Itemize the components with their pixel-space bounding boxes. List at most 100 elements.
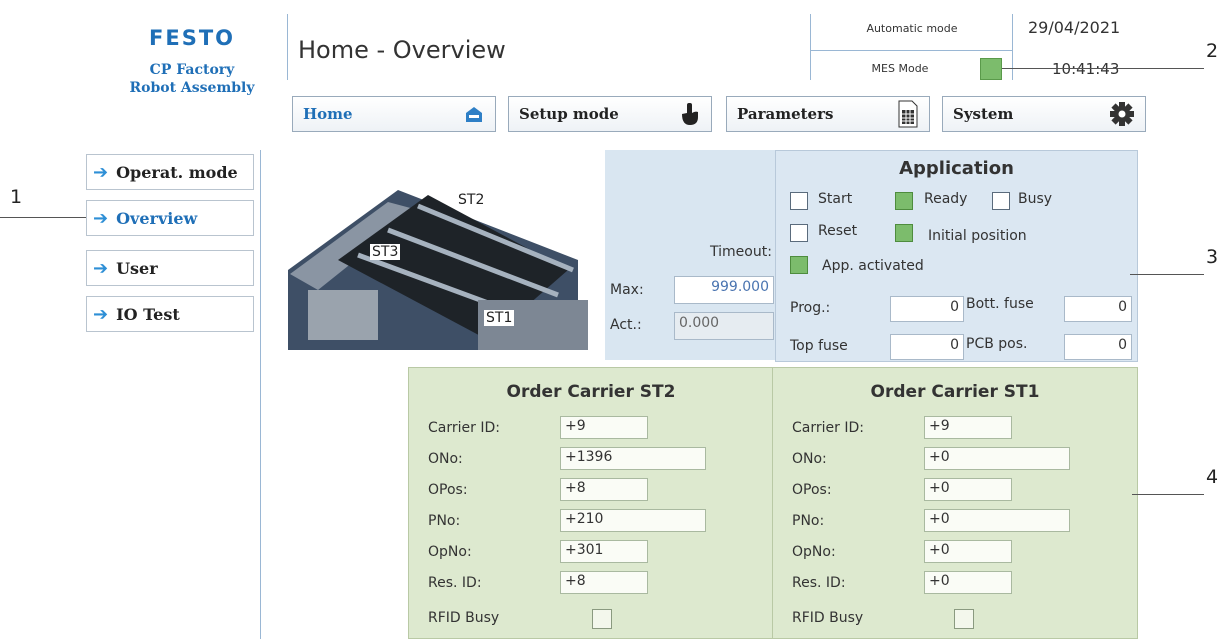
status-divider-right (1012, 14, 1013, 80)
sidebar-item-operat-mode[interactable]: ➔ Operat. mode (86, 154, 254, 190)
content-divider (260, 150, 261, 639)
timeout-act-label: Act.: (610, 317, 642, 333)
order-carrier-st2-title: Order Carrier ST2 (506, 382, 676, 402)
st2-carrier-id-field: +9 (560, 416, 648, 439)
ready-indicator (895, 192, 913, 210)
callout-line-4 (1132, 494, 1204, 495)
ready-label: Ready (924, 191, 968, 207)
st1-pno-label: PNo: (792, 513, 825, 529)
sidebar-item-io-test[interactable]: ➔ IO Test (86, 296, 254, 332)
st1-carrier-id-label: Carrier ID: (792, 420, 864, 436)
order-carrier-st1-panel (772, 367, 1138, 639)
arrow-right-icon: ➔ (93, 161, 109, 183)
time-display: 10:41:43 (1052, 60, 1120, 78)
st1-ono-label: ONo: (792, 451, 827, 467)
prog-field: 0 (890, 296, 964, 322)
st1-opos-label: OPos: (792, 482, 832, 498)
nav-system-label: System (953, 105, 1014, 123)
operating-mode-status: Automatic mode (866, 22, 958, 35)
st1-opno-label: OpNo: (792, 544, 836, 560)
nav-home-label: Home (303, 105, 353, 123)
st1-opos-field: +0 (924, 478, 1012, 501)
nav-setup-mode-button[interactable]: Setup mode (508, 96, 712, 132)
sidebar-item-label: Overview (116, 208, 198, 228)
st1-ono-field: +0 (924, 447, 1070, 470)
st1-rfid-busy-label: RFID Busy (792, 610, 864, 626)
st2-ono-field: +1396 (560, 447, 706, 470)
station-label-st3: ST3 (370, 244, 401, 260)
app-activated-indicator (790, 256, 808, 274)
pcb-pos-field: 0 (1064, 334, 1132, 360)
st2-rfid-busy-label: RFID Busy (428, 610, 500, 626)
sidebar-item-label: User (116, 258, 158, 278)
station-name-line1: CP Factory (149, 62, 235, 78)
nav-parameters-button[interactable]: Parameters (726, 96, 930, 132)
st2-pno-label: PNo: (428, 513, 461, 529)
nav-system-button[interactable]: System (942, 96, 1146, 132)
st2-opno-label: OpNo: (428, 544, 472, 560)
st2-carrier-id-label: Carrier ID: (428, 420, 500, 436)
festo-logo: FESTO (149, 26, 235, 50)
application-title: Application (899, 158, 1014, 179)
start-checkbox[interactable] (790, 192, 808, 210)
st1-carrier-id-field: +9 (924, 416, 1012, 439)
date-display: 29/04/2021 (1028, 18, 1121, 37)
callout-line-1 (0, 217, 86, 218)
initial-position-indicator (895, 224, 913, 242)
st1-rfid-busy-indicator (954, 609, 974, 629)
status-divider-left (810, 14, 811, 80)
st2-opos-label: OPos: (428, 482, 468, 498)
bott-fuse-field: 0 (1064, 296, 1132, 322)
timeout-max-field[interactable]: 999.000 (674, 276, 774, 304)
timeout-label: Timeout: (710, 244, 772, 260)
station-name-line2: Robot Assembly (129, 80, 255, 96)
timeout-max-label: Max: (610, 282, 644, 298)
status-divider-horizontal (810, 50, 1012, 51)
st2-rfid-busy-indicator (592, 609, 612, 629)
timeout-act-field: 0.000 (674, 312, 774, 340)
busy-label: Busy (1018, 191, 1053, 207)
mes-mode-status: MES Mode (871, 62, 929, 75)
home-icon (466, 107, 482, 122)
st2-res-id-label: Res. ID: (428, 575, 482, 591)
st2-pno-field: +210 (560, 509, 706, 532)
start-label: Start (818, 191, 853, 207)
nav-setup-label: Setup mode (519, 105, 619, 123)
sidebar-item-overview[interactable]: ➔ Overview (86, 200, 254, 236)
busy-indicator (992, 192, 1010, 210)
app-activated-label: App. activated (822, 258, 924, 274)
sidebar-item-label: IO Test (116, 304, 180, 324)
st1-opno-field: +0 (924, 540, 1012, 563)
st1-res-id-field: +0 (924, 571, 1012, 594)
st1-pno-field: +0 (924, 509, 1070, 532)
pcb-pos-label: PCB pos. (966, 336, 1028, 352)
callout-2: 2 (1206, 40, 1219, 62)
nav-home-button[interactable]: Home (292, 96, 496, 132)
gear-icon (1110, 102, 1134, 126)
st2-opno-field: +301 (560, 540, 648, 563)
hand-pointer-icon (682, 103, 698, 125)
order-carrier-st2-panel (408, 367, 774, 639)
station-label-st2: ST2 (456, 192, 487, 208)
callout-4: 4 (1206, 466, 1219, 488)
arrow-right-icon: ➔ (93, 207, 109, 229)
callout-3: 3 (1206, 246, 1219, 268)
st1-res-id-label: Res. ID: (792, 575, 846, 591)
sidebar-item-label: Operat. mode (116, 162, 238, 182)
order-carrier-st1-title: Order Carrier ST1 (870, 382, 1040, 402)
application-panel (775, 150, 1138, 362)
page-title: Home - Overview (298, 36, 506, 64)
st2-ono-label: ONo: (428, 451, 463, 467)
document-grid-icon (898, 100, 918, 128)
st2-opos-field: +8 (560, 478, 648, 501)
reset-checkbox[interactable] (790, 224, 808, 242)
st2-res-id-field: +8 (560, 571, 648, 594)
callout-line-2 (1002, 68, 1204, 69)
callout-1: 1 (10, 186, 23, 208)
top-fuse-label: Top fuse (790, 338, 848, 354)
nav-parameters-label: Parameters (737, 105, 834, 123)
station-image: ST2 ST3 ST1 (278, 150, 604, 378)
top-fuse-field: 0 (890, 334, 964, 360)
station-label-st1: ST1 (484, 310, 515, 326)
sidebar-item-user[interactable]: ➔ User (86, 250, 254, 286)
